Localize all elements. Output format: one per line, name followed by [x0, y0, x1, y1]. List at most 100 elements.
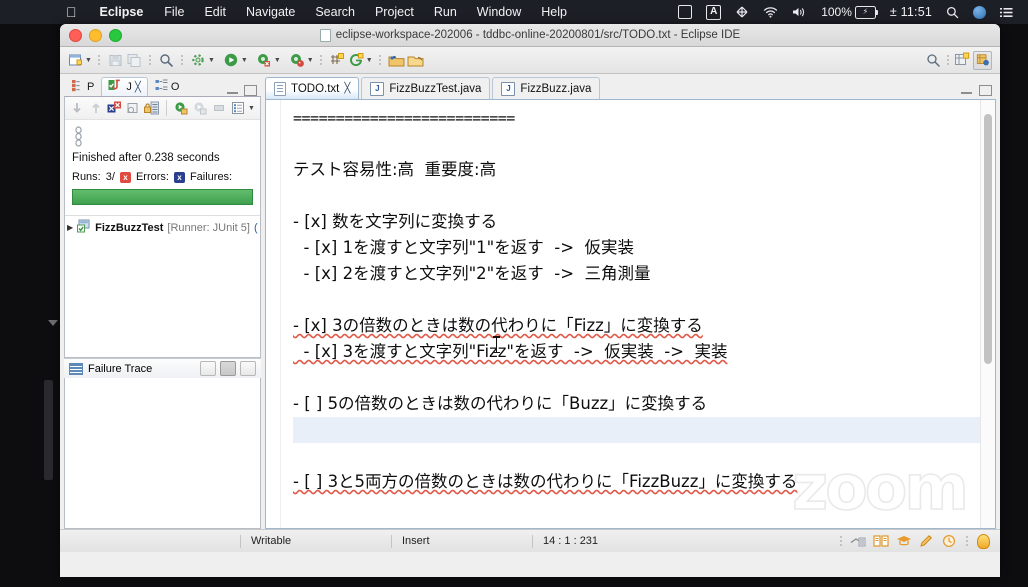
- graduation-icon[interactable]: [895, 533, 912, 550]
- open-perspective-icon[interactable]: [388, 52, 405, 69]
- runs-value: 3/: [105, 171, 115, 183]
- filter-stack-trace-icon[interactable]: [220, 361, 236, 376]
- git-icon[interactable]: [348, 52, 365, 69]
- book-icon[interactable]: [872, 533, 889, 550]
- test-chain-icon: [74, 126, 253, 149]
- search-icon[interactable]: [158, 52, 175, 69]
- input-source-icon[interactable]: A: [699, 4, 728, 20]
- apple-logo-icon[interactable]: : [62, 0, 89, 24]
- menubar-item-eclipse[interactable]: Eclipse: [89, 0, 155, 24]
- run-icon[interactable]: [223, 52, 240, 69]
- menubar-item-run[interactable]: Run: [424, 0, 467, 24]
- menubar-left-group:  Eclipse File Edit Navigate Search Proj…: [0, 0, 577, 24]
- airdrop-icon[interactable]: [728, 5, 756, 19]
- chevron-down-icon-6[interactable]: ▼: [366, 57, 373, 64]
- editor-tab-fizzbuzztest[interactable]: J FizzBuzzTest.java: [361, 77, 491, 99]
- stop-test-run-icon[interactable]: [212, 100, 226, 117]
- close-icon[interactable]: ╳: [135, 82, 141, 93]
- chevron-down-icon-junit[interactable]: ▼: [248, 105, 255, 112]
- junit-test-tree: ▶ FizzBuzzTest [Runner: JUnit 5] (0.: [65, 215, 260, 239]
- compare-result-icon[interactable]: [240, 361, 256, 376]
- editor-content[interactable]: ========================== テスト容易性:高 重要度:…: [281, 100, 980, 528]
- control-center-icon[interactable]: [993, 7, 1020, 18]
- editor-maximize-icon[interactable]: [979, 85, 992, 96]
- menubar-item-file[interactable]: File: [154, 0, 194, 24]
- next-failure-icon[interactable]: [70, 100, 84, 117]
- quick-assist-bulb-icon[interactable]: [975, 533, 992, 550]
- errors-label: Errors:: [135, 171, 169, 183]
- debug-icon[interactable]: [256, 52, 273, 69]
- clock-icon[interactable]: [941, 533, 958, 550]
- wifi-icon[interactable]: [756, 6, 785, 18]
- previous-failure-icon[interactable]: [88, 100, 102, 117]
- chevron-down-icon-4[interactable]: ▼: [274, 57, 281, 64]
- java-perspective-icon[interactable]: [973, 50, 992, 70]
- save-icon[interactable]: [107, 52, 124, 69]
- toolbar-group-package: ▼: [326, 52, 376, 69]
- lock-icon[interactable]: [144, 100, 160, 117]
- test-tree-row[interactable]: ▶ FizzBuzzTest [Runner: JUnit 5] (0.: [67, 219, 258, 236]
- coverage-icon[interactable]: [289, 52, 306, 69]
- view-tab-package-explorer[interactable]: P: [64, 77, 101, 96]
- menubar-item-edit[interactable]: Edit: [194, 0, 236, 24]
- spotlight-search-icon[interactable]: [939, 6, 966, 19]
- chevron-down-icon-5[interactable]: ▼: [307, 57, 314, 64]
- screen-record-icon[interactable]: [671, 5, 699, 19]
- rerun-test-icon[interactable]: [174, 100, 189, 117]
- copy-trace-icon[interactable]: [200, 361, 216, 376]
- junit-status-text: Finished after 0.238 seconds: [72, 152, 220, 164]
- smart-insert-icon[interactable]: [849, 533, 866, 550]
- globe-icon[interactable]: [966, 5, 993, 19]
- menubar-clock[interactable]: ± 11:51: [883, 0, 939, 24]
- menubar-item-project[interactable]: Project: [365, 0, 424, 24]
- scrollbar-thumb[interactable]: [984, 114, 992, 364]
- volume-icon[interactable]: [785, 6, 814, 18]
- chevron-down-icon-3[interactable]: ▼: [241, 57, 248, 64]
- editor-marker-ruler[interactable]: [266, 100, 281, 528]
- new-java-package-icon[interactable]: [329, 52, 346, 69]
- editor-minimize-icon[interactable]: [961, 92, 972, 94]
- editor-tabs: TODO.txt ╳ J FizzBuzzTest.java J FizzBuz…: [265, 77, 996, 99]
- new-file-icon[interactable]: [67, 52, 84, 69]
- status-bar: Writable Insert 14 : 1 : 231: [60, 529, 1000, 552]
- errors-badge-icon: x: [119, 171, 131, 183]
- editor-vertical-scrollbar[interactable]: [980, 100, 995, 528]
- external-tools-icon[interactable]: [190, 52, 207, 69]
- editor-line: - [ ] 5の倍数のときは数の代わりに「Buzz」に変換する: [293, 394, 708, 413]
- show-failures-only-icon[interactable]: [107, 100, 122, 117]
- editor-tab-fizzbuzz[interactable]: J FizzBuzz.java: [492, 77, 601, 99]
- battery-percent-label: 100%: [821, 5, 852, 19]
- open-type-icon[interactable]: [407, 52, 424, 69]
- stop-icon[interactable]: [126, 100, 140, 117]
- chevron-down-icon[interactable]: ▼: [85, 57, 92, 64]
- editor-tab-todo[interactable]: TODO.txt ╳: [265, 77, 360, 99]
- save-all-icon[interactable]: [126, 52, 143, 69]
- editor-tab-label-fizzbuzztest: FizzBuzzTest.java: [389, 82, 482, 95]
- menubar-item-help[interactable]: Help: [531, 0, 577, 24]
- search-icon-right[interactable]: [925, 52, 942, 69]
- menubar-item-navigate[interactable]: Navigate: [236, 0, 305, 24]
- battery-status[interactable]: 100% ⚡: [814, 0, 883, 24]
- view-menu-icon[interactable]: [231, 100, 245, 117]
- status-right-icons: [838, 533, 1000, 550]
- chevron-down-icon-2[interactable]: ▼: [208, 57, 215, 64]
- rerun-failed-icon[interactable]: [193, 100, 208, 117]
- menubar-item-window[interactable]: Window: [467, 0, 531, 24]
- text-cursor-icon: [493, 336, 500, 353]
- editor-line: - [x] 1を渡すと文字列"1"を返す -> 仮実装: [293, 238, 635, 257]
- minimize-icon[interactable]: [227, 92, 238, 94]
- view-tab-outline[interactable]: O: [148, 77, 187, 96]
- maximize-icon[interactable]: [244, 85, 257, 96]
- view-tab-junit[interactable]: J ╳: [101, 77, 148, 96]
- failure-trace-body[interactable]: [64, 378, 261, 529]
- menubar-item-search[interactable]: Search: [305, 0, 365, 24]
- new-perspective-icon[interactable]: [953, 52, 970, 69]
- text-editor[interactable]: ========================== テスト容易性:高 重要度:…: [265, 99, 996, 529]
- failure-trace-header: Failure Trace: [64, 358, 261, 378]
- eclipse-toolbar: ▼ ▼ ▼ ▼ ▼ ▼: [60, 47, 1000, 74]
- pencil-icon[interactable]: [918, 533, 935, 550]
- expand-arrow-icon[interactable]: ▶: [67, 223, 73, 232]
- close-icon-todo[interactable]: ╳: [344, 83, 350, 94]
